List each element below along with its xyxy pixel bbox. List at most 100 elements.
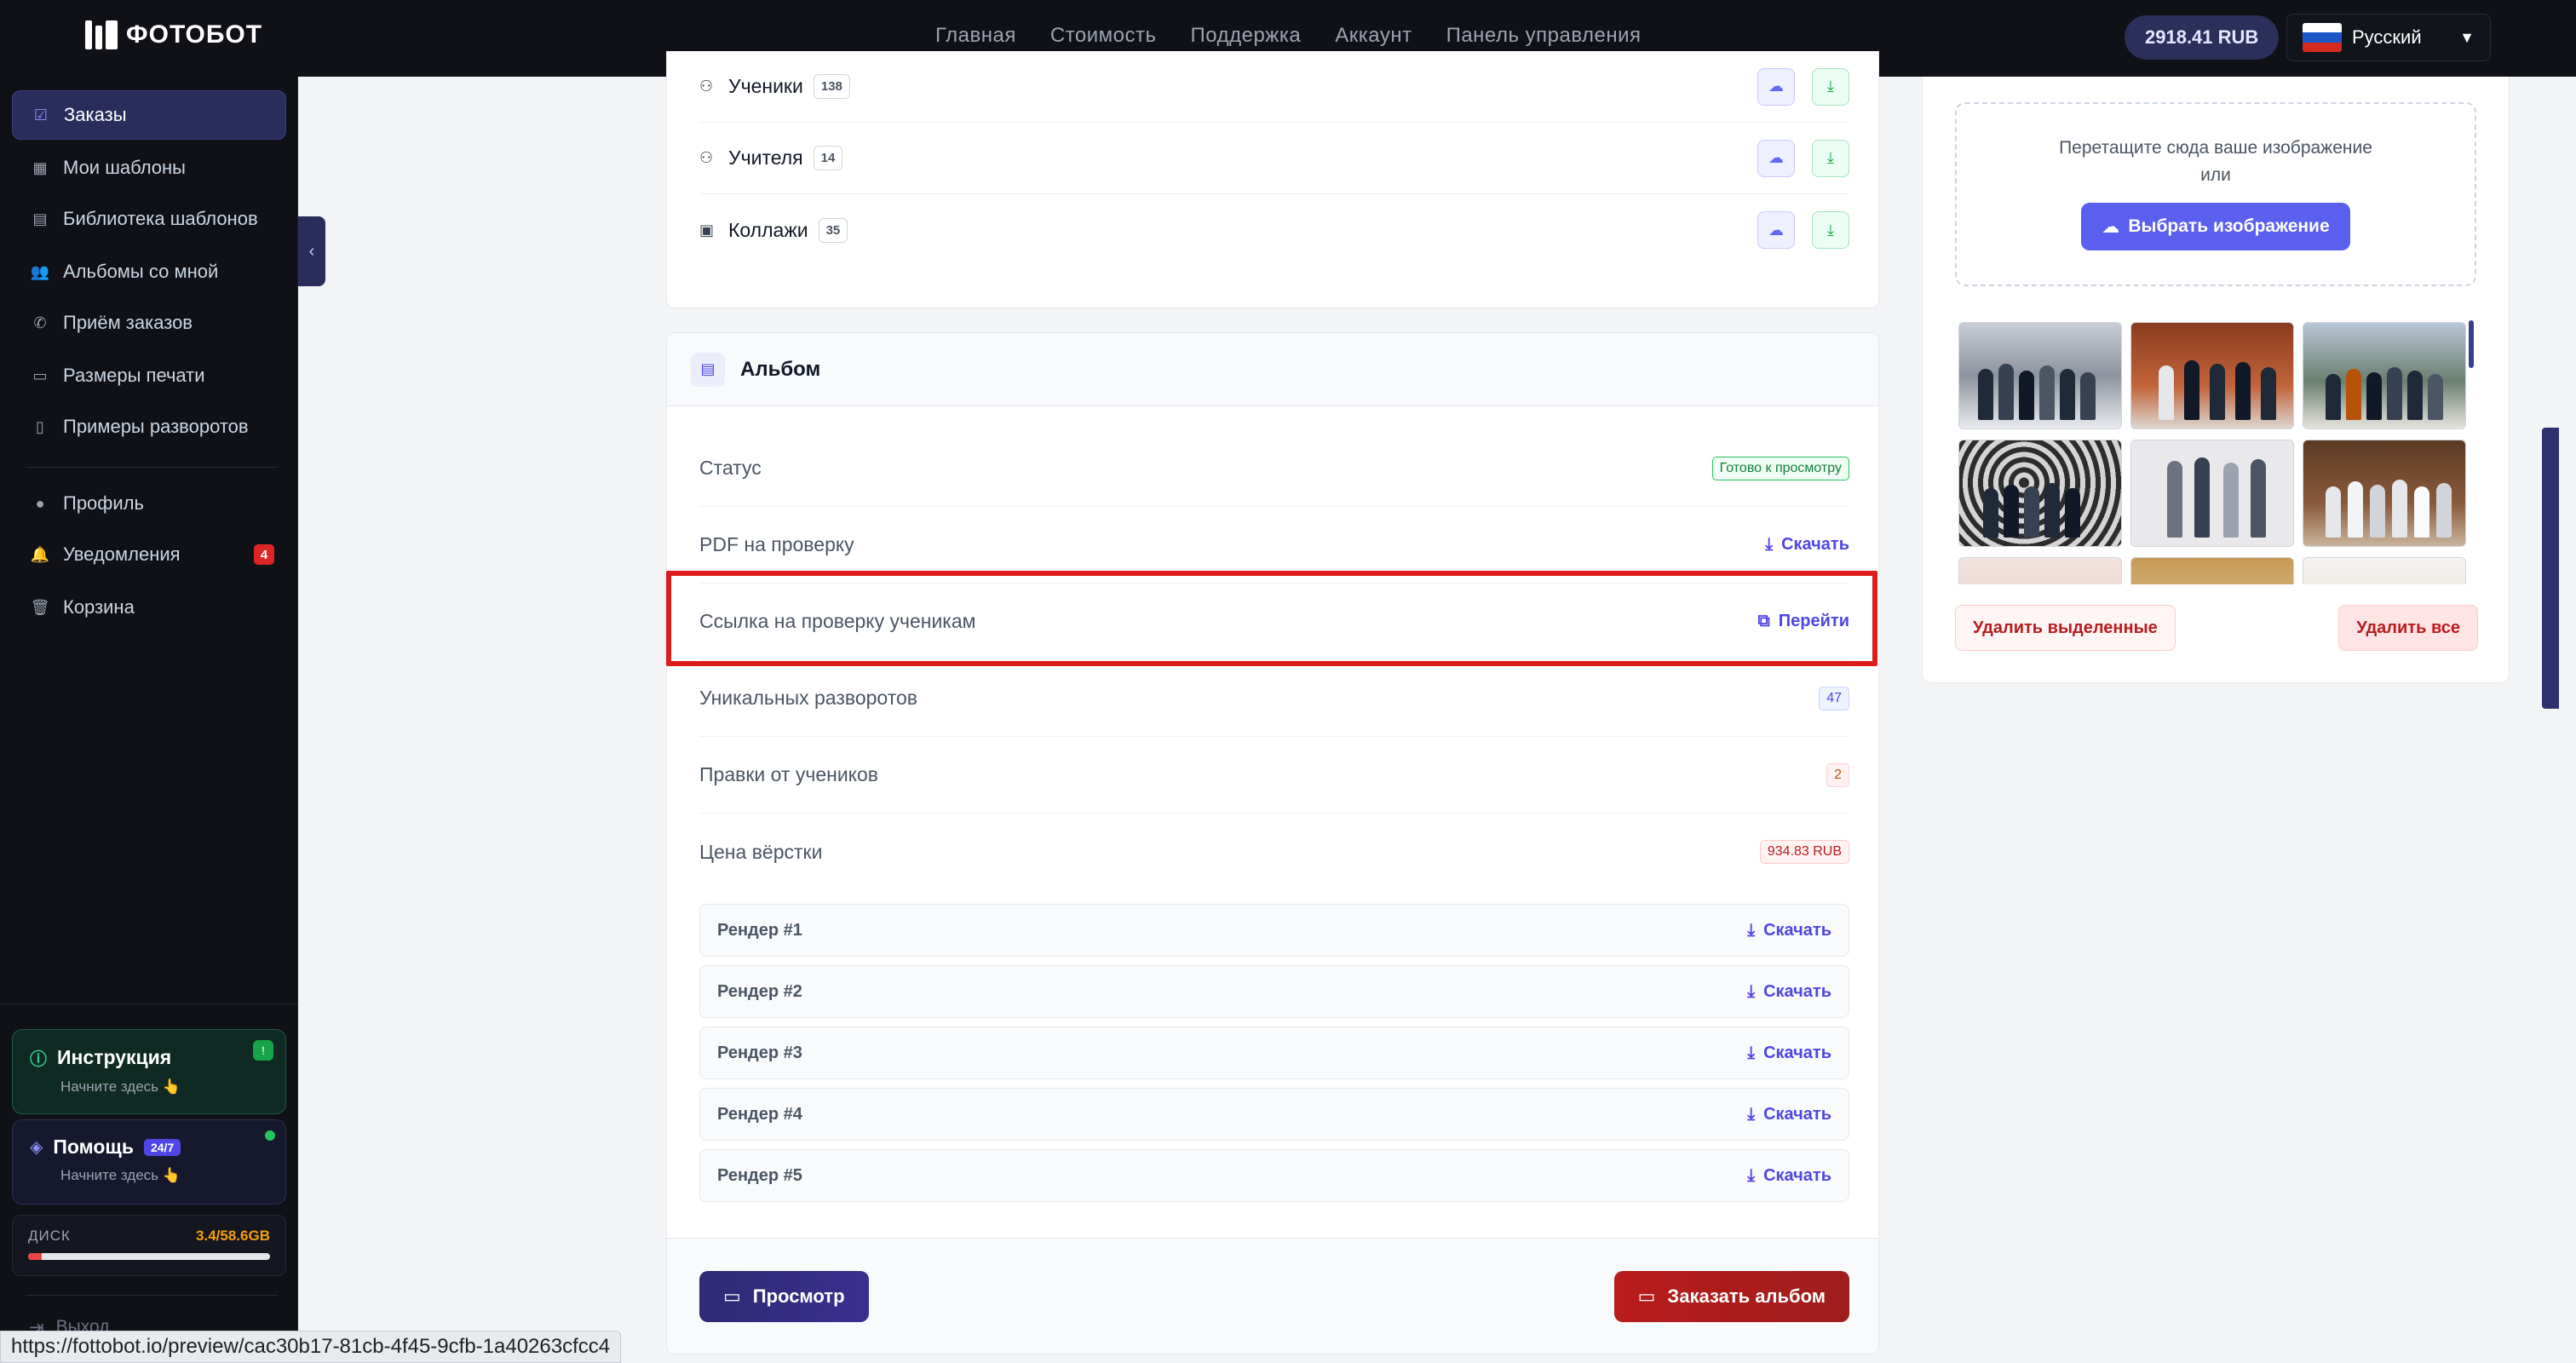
spreads-label: Уникальных разворотов xyxy=(699,687,917,709)
sidebar-collapse-button[interactable]: ‹ xyxy=(298,216,325,286)
nav-account[interactable]: Аккаунт xyxy=(1335,24,1412,48)
download-button[interactable]: ⤓ xyxy=(1812,211,1849,249)
download-button[interactable]: ⤓ xyxy=(1812,139,1849,177)
user-icon: ● xyxy=(35,494,45,512)
thumbnails-scrollbar[interactable] xyxy=(2469,320,2474,368)
category-label: Учителя xyxy=(728,147,803,169)
photo-thumbnail[interactable] xyxy=(2130,322,2294,429)
monitor-icon: ▭ xyxy=(723,1285,741,1307)
download-icon: ⤓ xyxy=(1747,1043,1756,1062)
brand-logo[interactable]: ФОТОБОТ xyxy=(85,20,262,49)
upload-button[interactable]: ☁ xyxy=(1757,67,1795,106)
edits-row: Правки от учеников 2 xyxy=(699,737,1849,814)
photo-thumbnail[interactable] xyxy=(2130,440,2294,547)
disk-progress-fill xyxy=(28,1253,43,1260)
render-download-link[interactable]: ⤓ Скачать xyxy=(1747,1105,1831,1124)
nav-home[interactable]: Главная xyxy=(935,24,1016,48)
instruction-alert-badge: ! xyxy=(253,1040,273,1061)
sidebar-item-template-library[interactable]: ▤ Библиотека шаблонов xyxy=(12,194,286,244)
upload-button[interactable]: ☁ xyxy=(1757,139,1795,177)
render-row: Рендер #5 ⤓ Скачать xyxy=(699,1149,1849,1202)
render-download-link[interactable]: ⤓ Скачать xyxy=(1747,1166,1831,1186)
download-icon: ⤓ xyxy=(1827,149,1834,166)
category-count: 138 xyxy=(813,74,850,99)
instruction-title: Инструкция xyxy=(57,1046,172,1068)
delete-selected-button[interactable]: Удалить выделенные xyxy=(1955,605,2176,651)
photo-thumbnail[interactable] xyxy=(1958,440,2122,547)
sidebar-item-notifications[interactable]: 🔔 Уведомления 4 xyxy=(12,530,286,579)
photo-thumbnail[interactable] xyxy=(2130,557,2294,584)
dropzone-text: Перетащите сюда ваше изображение xyxy=(2059,138,2372,158)
image-dropzone[interactable]: Перетащите сюда ваше изображение или ☁ В… xyxy=(1955,102,2476,286)
sidebar-item-spread-examples[interactable]: ▯ Примеры разворотов xyxy=(12,402,286,451)
nav-support[interactable]: Поддержка xyxy=(1191,24,1302,48)
sidebar-item-label: Уведомления xyxy=(63,543,181,565)
sidebar-item-cart[interactable]: 🗑 Корзина xyxy=(12,583,286,632)
page-scrollbar-thumb[interactable] xyxy=(2542,428,2559,709)
help-card[interactable]: ◈ Помощь 24/7 Начните здесь 👆 xyxy=(12,1119,286,1205)
status-badge: Готово к просмотру xyxy=(1711,456,1849,480)
category-count: 14 xyxy=(813,146,843,170)
sidebar-item-order-intake[interactable]: ✆ Приём заказов xyxy=(12,298,286,348)
price-label: Цена вёрстки xyxy=(699,840,823,863)
category-row-teachers: ⚇ Учителя 14 ☁ ⤓ xyxy=(699,123,1849,194)
sidebar-item-my-templates[interactable]: ▦ Мои шаблоны xyxy=(12,143,286,193)
sidebar-item-label: Альбомы со мной xyxy=(63,261,219,282)
grid-icon: ▦ xyxy=(32,158,48,176)
users-icon: ⚇ xyxy=(699,149,714,166)
category-count: 35 xyxy=(818,217,848,243)
download-icon: ⤓ xyxy=(1747,1104,1756,1124)
language-value: Русский xyxy=(2352,26,2422,48)
top-navigation: Главная Стоимость Поддержка Аккаунт Пане… xyxy=(935,24,1642,48)
photo-thumbnail[interactable] xyxy=(1958,557,2122,584)
album-actions-bar: ▭ Просмотр ▭ Заказать альбом xyxy=(667,1238,1878,1354)
render-download-link[interactable]: ⤓ Скачать xyxy=(1747,1044,1831,1063)
review-link-open[interactable]: ⧉ Перейти xyxy=(1757,612,1849,631)
image-upload-panel: Перетащите сюда ваше изображение или ☁ В… xyxy=(1922,77,2510,683)
cloud-upload-icon: ☁ xyxy=(1768,78,1784,95)
sidebar-item-label: Размеры печати xyxy=(63,365,205,386)
nav-pricing[interactable]: Стоимость xyxy=(1050,24,1157,48)
category-label: Коллажи xyxy=(728,218,808,241)
sidebar-item-label: Заказы xyxy=(64,104,127,125)
photo-thumbnail[interactable] xyxy=(2303,440,2466,547)
instruction-card[interactable]: ⓘ Инструкция Начните здесь 👆 ! xyxy=(12,1029,286,1114)
pdf-download-link[interactable]: ⤓ Скачать xyxy=(1765,535,1849,555)
spreads-row: Уникальных разворотов 47 xyxy=(699,660,1849,737)
render-download-link[interactable]: ⤓ Скачать xyxy=(1747,982,1831,1002)
language-select[interactable]: Русский ▼ xyxy=(2286,14,2491,61)
sidebar-item-label: Корзина xyxy=(63,596,135,618)
book-icon: ▤ xyxy=(691,352,725,387)
render-download-link[interactable]: ⤓ Скачать xyxy=(1747,921,1831,940)
nav-dashboard[interactable]: Панель управления xyxy=(1446,24,1642,48)
download-button[interactable]: ⤓ xyxy=(1812,67,1849,106)
link-preview-statusbar: https://fottobot.io/preview/cac30b17-81c… xyxy=(0,1331,622,1363)
categories-panel: ⚇ Ученики 138 ☁ ⤓ ⚇ Учителя 14 ☁ ⤓ ▣ Кол… xyxy=(666,51,1879,308)
dropzone-or: или xyxy=(2200,165,2231,185)
edits-label: Правки от учеников xyxy=(699,763,878,785)
instruction-subtitle: Начните здесь 👆 xyxy=(60,1078,181,1095)
render-row: Рендер #1 ⤓ Скачать xyxy=(699,904,1849,957)
user-icon: ⚇ xyxy=(699,78,714,95)
delete-all-button[interactable]: Удалить все xyxy=(2338,605,2478,651)
download-icon: ⤓ xyxy=(1827,221,1834,239)
review-link-row: Ссылка на проверку ученикам ⧉ Перейти xyxy=(699,584,1849,660)
order-album-button[interactable]: ▭ Заказать альбом xyxy=(1613,1271,1849,1322)
preview-button[interactable]: ▭ Просмотр xyxy=(699,1271,869,1322)
upload-button[interactable]: ☁ xyxy=(1757,211,1795,249)
price-row: Цена вёрстки 934.83 RUB xyxy=(699,814,1849,890)
image-icon: ▣ xyxy=(699,221,715,239)
sidebar-item-orders[interactable]: ☑ Заказы xyxy=(12,90,286,140)
sidebar-item-shared-albums[interactable]: 👥 Альбомы со мной xyxy=(12,247,286,296)
render-row: Рендер #3 ⤓ Скачать xyxy=(699,1027,1849,1079)
album-title: Альбом xyxy=(740,357,821,381)
choose-image-button[interactable]: ☁ Выбрать изображение xyxy=(2081,203,2350,250)
sidebar-item-print-sizes[interactable]: ▭ Размеры печати xyxy=(12,351,286,400)
render-label: Рендер #4 xyxy=(717,1104,802,1124)
photo-thumbnail[interactable] xyxy=(2303,557,2466,584)
order-album-button-label: Заказать альбом xyxy=(1667,1285,1826,1307)
balance-badge[interactable]: 2918.41 RUB xyxy=(2125,15,2280,60)
photo-thumbnail[interactable] xyxy=(2303,322,2466,429)
photo-thumbnail[interactable] xyxy=(1958,322,2122,429)
sidebar-item-profile[interactable]: ● Профиль xyxy=(12,479,286,528)
